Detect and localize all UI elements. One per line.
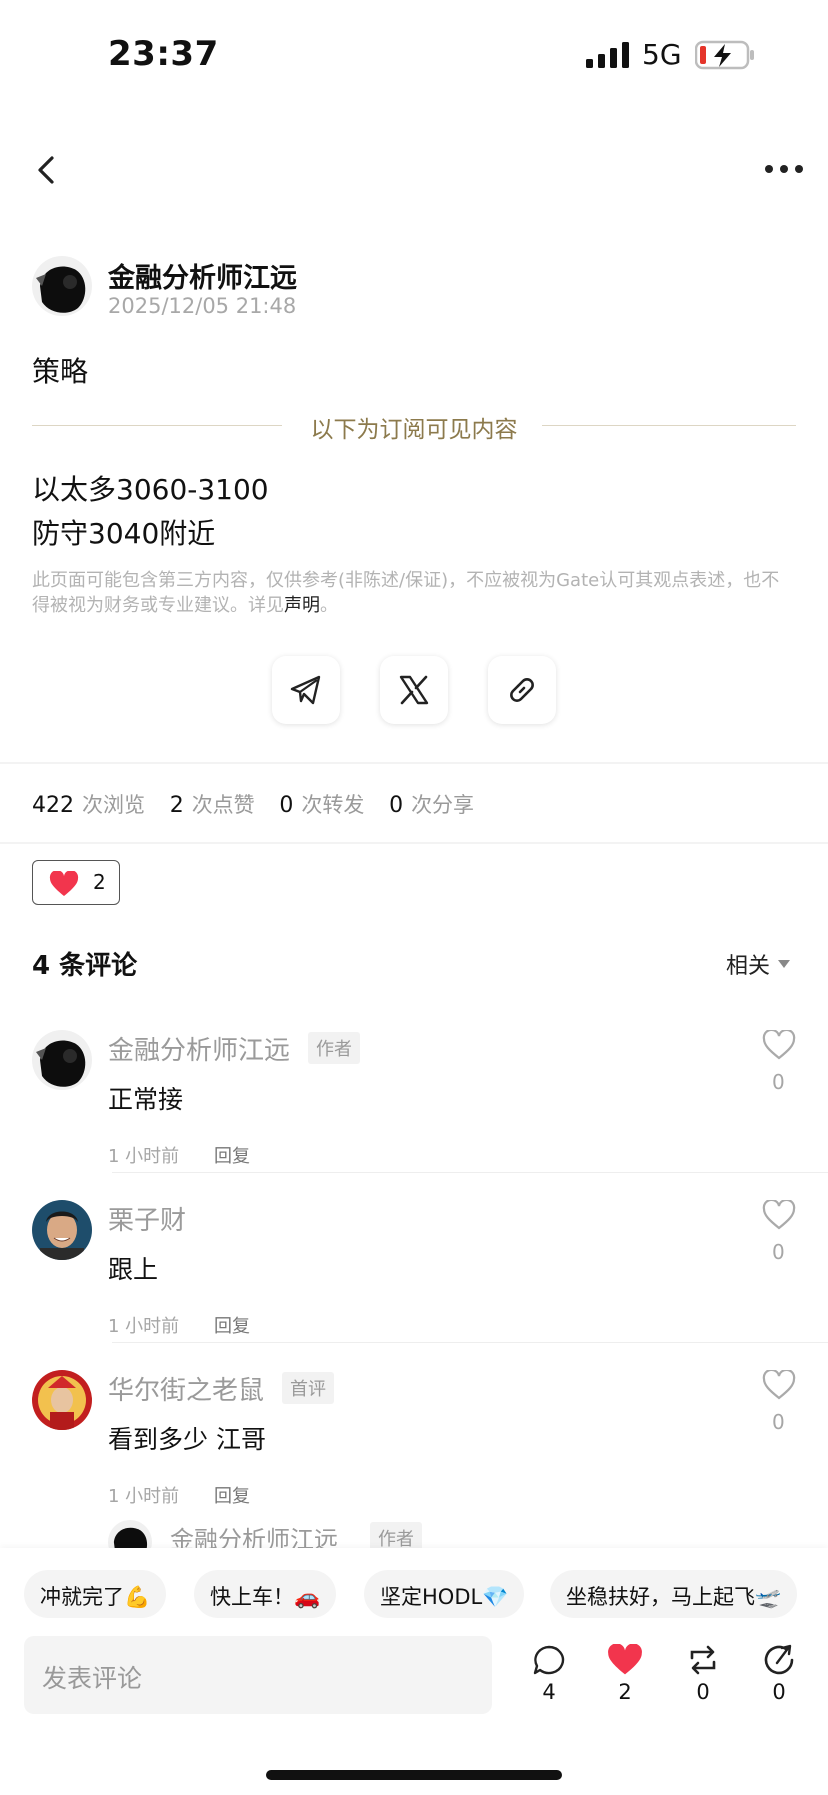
reaction-like-chip[interactable]: 2 xyxy=(32,860,120,905)
telegram-icon xyxy=(290,675,321,705)
heart-outline-icon[interactable] xyxy=(762,1030,796,1060)
comment-item: 栗子财 跟上 1 小时前 回复 0 xyxy=(32,1200,796,1340)
author-avatar[interactable] xyxy=(32,256,92,316)
comment-like-count: 0 xyxy=(772,1240,785,1264)
heart-filled-icon xyxy=(49,871,79,896)
signal-icon xyxy=(586,42,629,68)
heart-outline-icon[interactable] xyxy=(762,1370,796,1400)
clock: 23:37 xyxy=(108,34,219,74)
section-divider xyxy=(0,762,828,764)
more-options-icon[interactable] xyxy=(764,160,804,178)
comments-count-header: 4 条评论 xyxy=(32,951,138,981)
repost-label: 次转发 xyxy=(301,793,365,817)
author-badge: 作者 xyxy=(308,1032,360,1064)
heart-filled-icon xyxy=(608,1644,642,1675)
share-action[interactable]: 0 xyxy=(754,1644,804,1720)
battery-charging-icon xyxy=(695,40,754,70)
comment-input[interactable]: 发表评论 xyxy=(24,1636,492,1714)
commenter-avatar[interactable] xyxy=(32,1370,92,1430)
comment-text: 看到多少 江哥 xyxy=(108,1425,266,1454)
repost-count: 0 xyxy=(279,793,294,818)
disclaimer: 此页面可能包含第三方内容，仅供参考(非陈述/保证)，不应被视为Gate认可其观点… xyxy=(32,568,792,618)
comment-time: 1 小时前 xyxy=(108,1316,180,1337)
share-telegram-button[interactable] xyxy=(272,656,340,724)
reaction-like-count: 2 xyxy=(93,870,106,894)
repost-action-count: 0 xyxy=(696,1680,710,1704)
like-label: 次点赞 xyxy=(191,793,255,817)
network-label: 5G xyxy=(642,38,682,71)
commenter-name[interactable]: 华尔街之老鼠 xyxy=(108,1370,264,1407)
commenter-name[interactable]: 金融分析师江远 xyxy=(108,1030,290,1067)
reply-button[interactable]: 回复 xyxy=(214,1312,250,1338)
link-icon xyxy=(510,678,534,702)
commenter-name[interactable]: 栗子财 xyxy=(108,1200,186,1237)
share-count: 0 xyxy=(389,793,404,818)
caret-down-icon[interactable] xyxy=(778,960,790,968)
comment-time: 1 小时前 xyxy=(108,1146,180,1167)
like-count: 2 xyxy=(169,793,184,818)
reply-author-avatar[interactable] xyxy=(108,1520,152,1550)
post-author[interactable]: 金融分析师江远 2025/12/05 21:48 xyxy=(32,256,732,320)
like-action[interactable]: 2 xyxy=(600,1644,650,1720)
share-row xyxy=(0,656,828,726)
post-body-line: 以太多3060-3100 xyxy=(32,473,269,506)
comment-bubble-icon xyxy=(533,1645,565,1675)
view-count: 422 xyxy=(32,793,74,818)
post-body: 以太多3060-3100 防守3040附近 xyxy=(32,468,269,556)
repost-icon xyxy=(690,1645,716,1675)
share-action-count: 0 xyxy=(772,1680,786,1704)
first-comment-badge: 首评 xyxy=(282,1372,334,1404)
author-name[interactable]: 金融分析师江远 xyxy=(108,256,297,295)
repost-action[interactable]: 0 xyxy=(678,1644,728,1720)
subscriber-divider: 以下为订阅可见内容 xyxy=(32,408,796,443)
comment-text: 正常接 xyxy=(108,1085,184,1114)
comment-item: 华尔街之老鼠 首评 看到多少 江哥 1 小时前 回复 0 xyxy=(32,1370,796,1510)
comment-time: 1 小时前 xyxy=(108,1486,180,1507)
home-indicator xyxy=(266,1770,562,1780)
reply-author-name[interactable]: 金融分析师江远 xyxy=(170,1520,338,1550)
quick-reply-chip[interactable]: 坐稳扶好，马上起飞🛫 xyxy=(550,1570,798,1618)
view-label: 次浏览 xyxy=(82,793,145,817)
post-timestamp: 2025/12/05 21:48 xyxy=(108,294,297,318)
comments-sort-dropdown[interactable]: 相关 xyxy=(726,948,770,980)
section-divider xyxy=(0,842,828,844)
comment-item: 金融分析师江远 作者 正常接 1 小时前 回复 0 xyxy=(32,1030,796,1170)
copy-link-button[interactable] xyxy=(488,656,556,724)
heart-outline-icon[interactable] xyxy=(762,1200,796,1230)
disclaimer-link[interactable]: 声明 xyxy=(284,595,320,616)
comment-like-count: 0 xyxy=(772,1070,785,1094)
status-bar: 23:37 5G xyxy=(0,0,828,110)
share-arrow-icon xyxy=(764,1644,794,1675)
comment-text: 跟上 xyxy=(108,1255,159,1284)
quick-reply-chip[interactable]: 冲就完了💪 xyxy=(24,1570,167,1618)
quick-reply-chip[interactable]: 快上车！🚗 xyxy=(194,1570,337,1618)
comment-divider xyxy=(112,1342,828,1343)
share-label: 次分享 xyxy=(411,793,475,817)
comment-like-count: 0 xyxy=(772,1410,785,1434)
share-x-button[interactable] xyxy=(380,656,448,724)
bottom-composer-bar: 冲就完了💪 快上车！🚗 坚定HODL💎 坐稳扶好，马上起飞🛫 发表评论 4 2 … xyxy=(0,1548,828,1795)
nav-bar xyxy=(0,140,828,200)
x-logo-icon xyxy=(399,675,429,705)
back-arrow-icon[interactable] xyxy=(30,150,64,190)
subscriber-divider-label: 以下为订阅可见内容 xyxy=(310,417,518,443)
disclaimer-end: 。 xyxy=(320,595,338,616)
author-badge: 作者 xyxy=(370,1522,422,1550)
quick-reply-chip[interactable]: 坚定HODL💎 xyxy=(364,1570,525,1618)
nested-reply-partial: 金融分析师江远 作者 xyxy=(108,1520,508,1550)
disclaimer-text: 此页面可能包含第三方内容，仅供参考(非陈述/保证)，不应被视为Gate认可其观点… xyxy=(32,570,780,616)
post-stats: 422 次浏览 2 次点赞 0 次转发 0 次分享 xyxy=(32,789,492,819)
post-body-line: 防守3040附近 xyxy=(32,517,216,550)
comment-divider xyxy=(112,1172,828,1173)
like-action-count: 2 xyxy=(618,1680,632,1704)
post-title: 策略 xyxy=(32,355,89,388)
comments-action-count: 4 xyxy=(542,1680,556,1704)
reply-button[interactable]: 回复 xyxy=(214,1142,250,1168)
comments-action[interactable]: 4 xyxy=(524,1644,574,1720)
commenter-avatar[interactable] xyxy=(32,1200,92,1260)
reply-button[interactable]: 回复 xyxy=(214,1482,250,1508)
commenter-avatar[interactable] xyxy=(32,1030,92,1090)
